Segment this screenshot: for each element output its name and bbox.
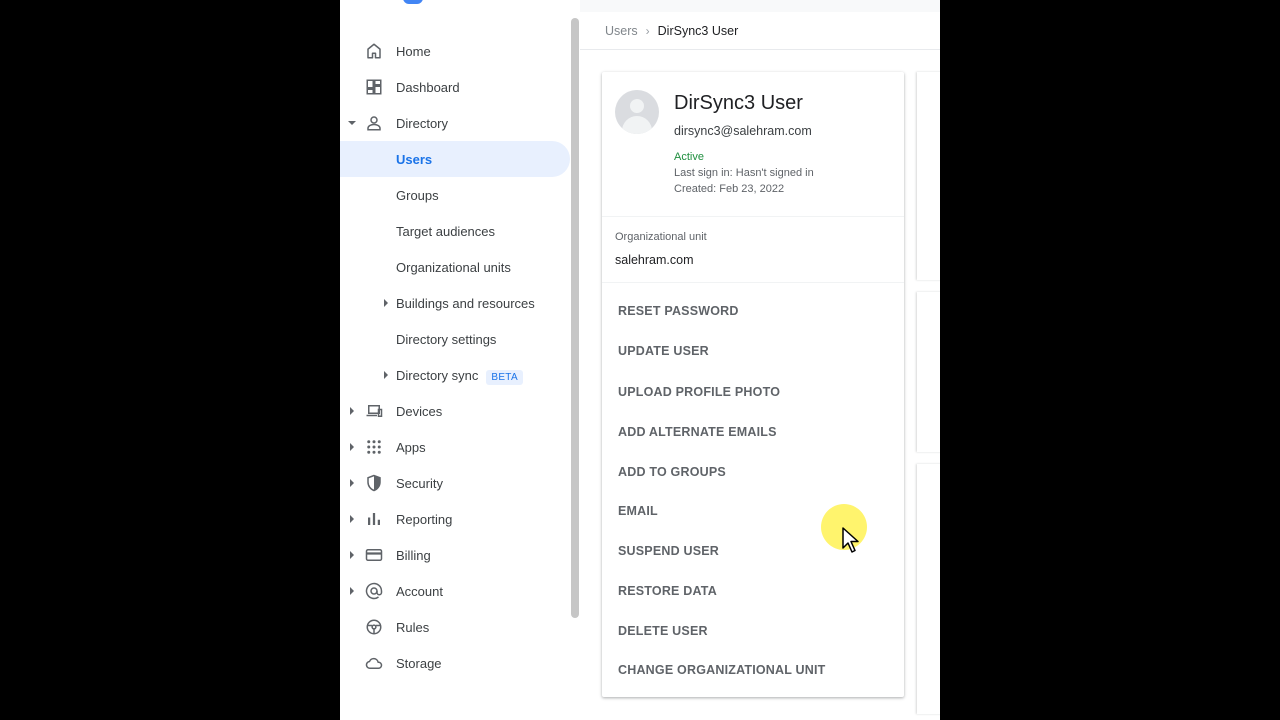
bar-chart-icon xyxy=(364,509,384,529)
side-card[interactable] xyxy=(917,292,940,452)
cloud-icon xyxy=(364,653,384,673)
steering-wheel-icon xyxy=(364,617,384,637)
mouse-pointer-icon xyxy=(841,527,859,558)
divider xyxy=(602,216,904,217)
sidebar-item-organizational-units[interactable]: Organizational units xyxy=(340,249,570,285)
dashboard-icon xyxy=(364,77,384,97)
directory-sync-label: Directory sync xyxy=(396,367,479,383)
sidebar-item-rules[interactable]: Rules xyxy=(340,609,570,645)
chevron-right-icon[interactable] xyxy=(348,407,356,415)
sidebar-item-directory-settings[interactable]: Directory settings xyxy=(340,321,570,357)
sidebar-item-target-audiences[interactable]: Target audiences xyxy=(340,213,570,249)
side-card[interactable] xyxy=(917,72,940,280)
org-unit-value: salehram.com xyxy=(615,253,694,267)
change-organizational-unit-button[interactable]: CHANGE ORGANIZATIONAL UNIT xyxy=(618,663,826,677)
email-button[interactable]: EMAIL xyxy=(618,504,658,518)
update-user-button[interactable]: UPDATE USER xyxy=(618,344,709,358)
top-bar xyxy=(580,0,940,12)
sidebar-item-devices[interactable]: Devices xyxy=(340,393,570,429)
sidebar-item-apps[interactable]: Apps xyxy=(340,429,570,465)
org-unit-label: Organizational unit xyxy=(615,231,707,243)
sidebar-item-account[interactable]: Account xyxy=(340,573,570,609)
add-alternate-emails-button[interactable]: ADD ALTERNATE EMAILS xyxy=(618,425,777,439)
devices-icon xyxy=(364,401,384,421)
home-icon xyxy=(364,41,384,61)
user-email: dirsync3@salehram.com xyxy=(674,124,812,138)
apps-grid-icon xyxy=(364,437,384,457)
side-card[interactable] xyxy=(917,464,940,714)
sidebar-item-security[interactable]: Security xyxy=(340,465,570,501)
sidebar-item-dashboard[interactable]: Dashboard xyxy=(340,69,570,105)
status-badge: Active xyxy=(674,151,704,163)
chevron-right-icon[interactable] xyxy=(348,443,356,451)
user-details-card: DirSync3 User dirsync3@salehram.com Acti… xyxy=(602,72,904,697)
chevron-right-icon[interactable] xyxy=(348,551,356,559)
divider xyxy=(580,49,940,50)
at-sign-icon xyxy=(364,581,384,601)
reset-password-button[interactable]: RESET PASSWORD xyxy=(618,304,739,318)
sidebar-item-users[interactable]: Users xyxy=(340,141,570,177)
divider xyxy=(602,282,904,283)
breadcrumb-current: DirSync3 User xyxy=(657,24,739,38)
chevron-right-icon[interactable] xyxy=(348,515,356,523)
sidebar-item-billing[interactable]: Billing xyxy=(340,537,570,573)
sidebar-item-directory-sync[interactable]: Directory sync BETA xyxy=(340,357,570,393)
chevron-down-icon[interactable] xyxy=(348,119,356,127)
last-sign-in: Last sign in: Hasn't signed in xyxy=(674,167,814,179)
created-date: Created: Feb 23, 2022 xyxy=(674,183,785,195)
add-to-groups-button[interactable]: ADD TO GROUPS xyxy=(618,465,726,479)
avatar[interactable] xyxy=(615,90,659,134)
sidebar-item-home[interactable]: Home xyxy=(340,33,570,69)
sidebar-item-storage[interactable]: Storage xyxy=(340,645,570,681)
chevron-right-icon[interactable] xyxy=(382,299,390,307)
suspend-user-button[interactable]: SUSPEND USER xyxy=(618,544,719,558)
shield-icon xyxy=(364,473,384,493)
sidebar-item-groups[interactable]: Groups xyxy=(340,177,570,213)
upload-profile-photo-button[interactable]: UPLOAD PROFILE PHOTO xyxy=(618,385,780,399)
sidebar-nav: Home Dashboard Directory Users Groups Ta… xyxy=(340,0,570,720)
sidebar-scrollbar[interactable] xyxy=(571,18,579,618)
sidebar-item-directory[interactable]: Directory xyxy=(340,105,570,141)
sidebar-item-reporting[interactable]: Reporting xyxy=(340,501,570,537)
breadcrumb-users-link[interactable]: Users xyxy=(605,24,638,38)
chevron-right-icon[interactable] xyxy=(348,587,356,595)
breadcrumb: Users › DirSync3 User xyxy=(605,24,738,38)
admin-console-window: Home Dashboard Directory Users Groups Ta… xyxy=(340,0,940,720)
person-icon xyxy=(364,113,384,133)
chevron-right-icon[interactable] xyxy=(382,371,390,379)
user-name: DirSync3 User xyxy=(674,92,803,114)
sidebar-item-buildings-and-resources[interactable]: Buildings and resources xyxy=(340,285,570,321)
beta-badge: BETA xyxy=(486,369,523,385)
credit-card-icon xyxy=(364,545,384,565)
chevron-right-icon: › xyxy=(645,24,650,38)
delete-user-button[interactable]: DELETE USER xyxy=(618,624,708,638)
chevron-right-icon[interactable] xyxy=(348,479,356,487)
restore-data-button[interactable]: RESTORE DATA xyxy=(618,584,717,598)
